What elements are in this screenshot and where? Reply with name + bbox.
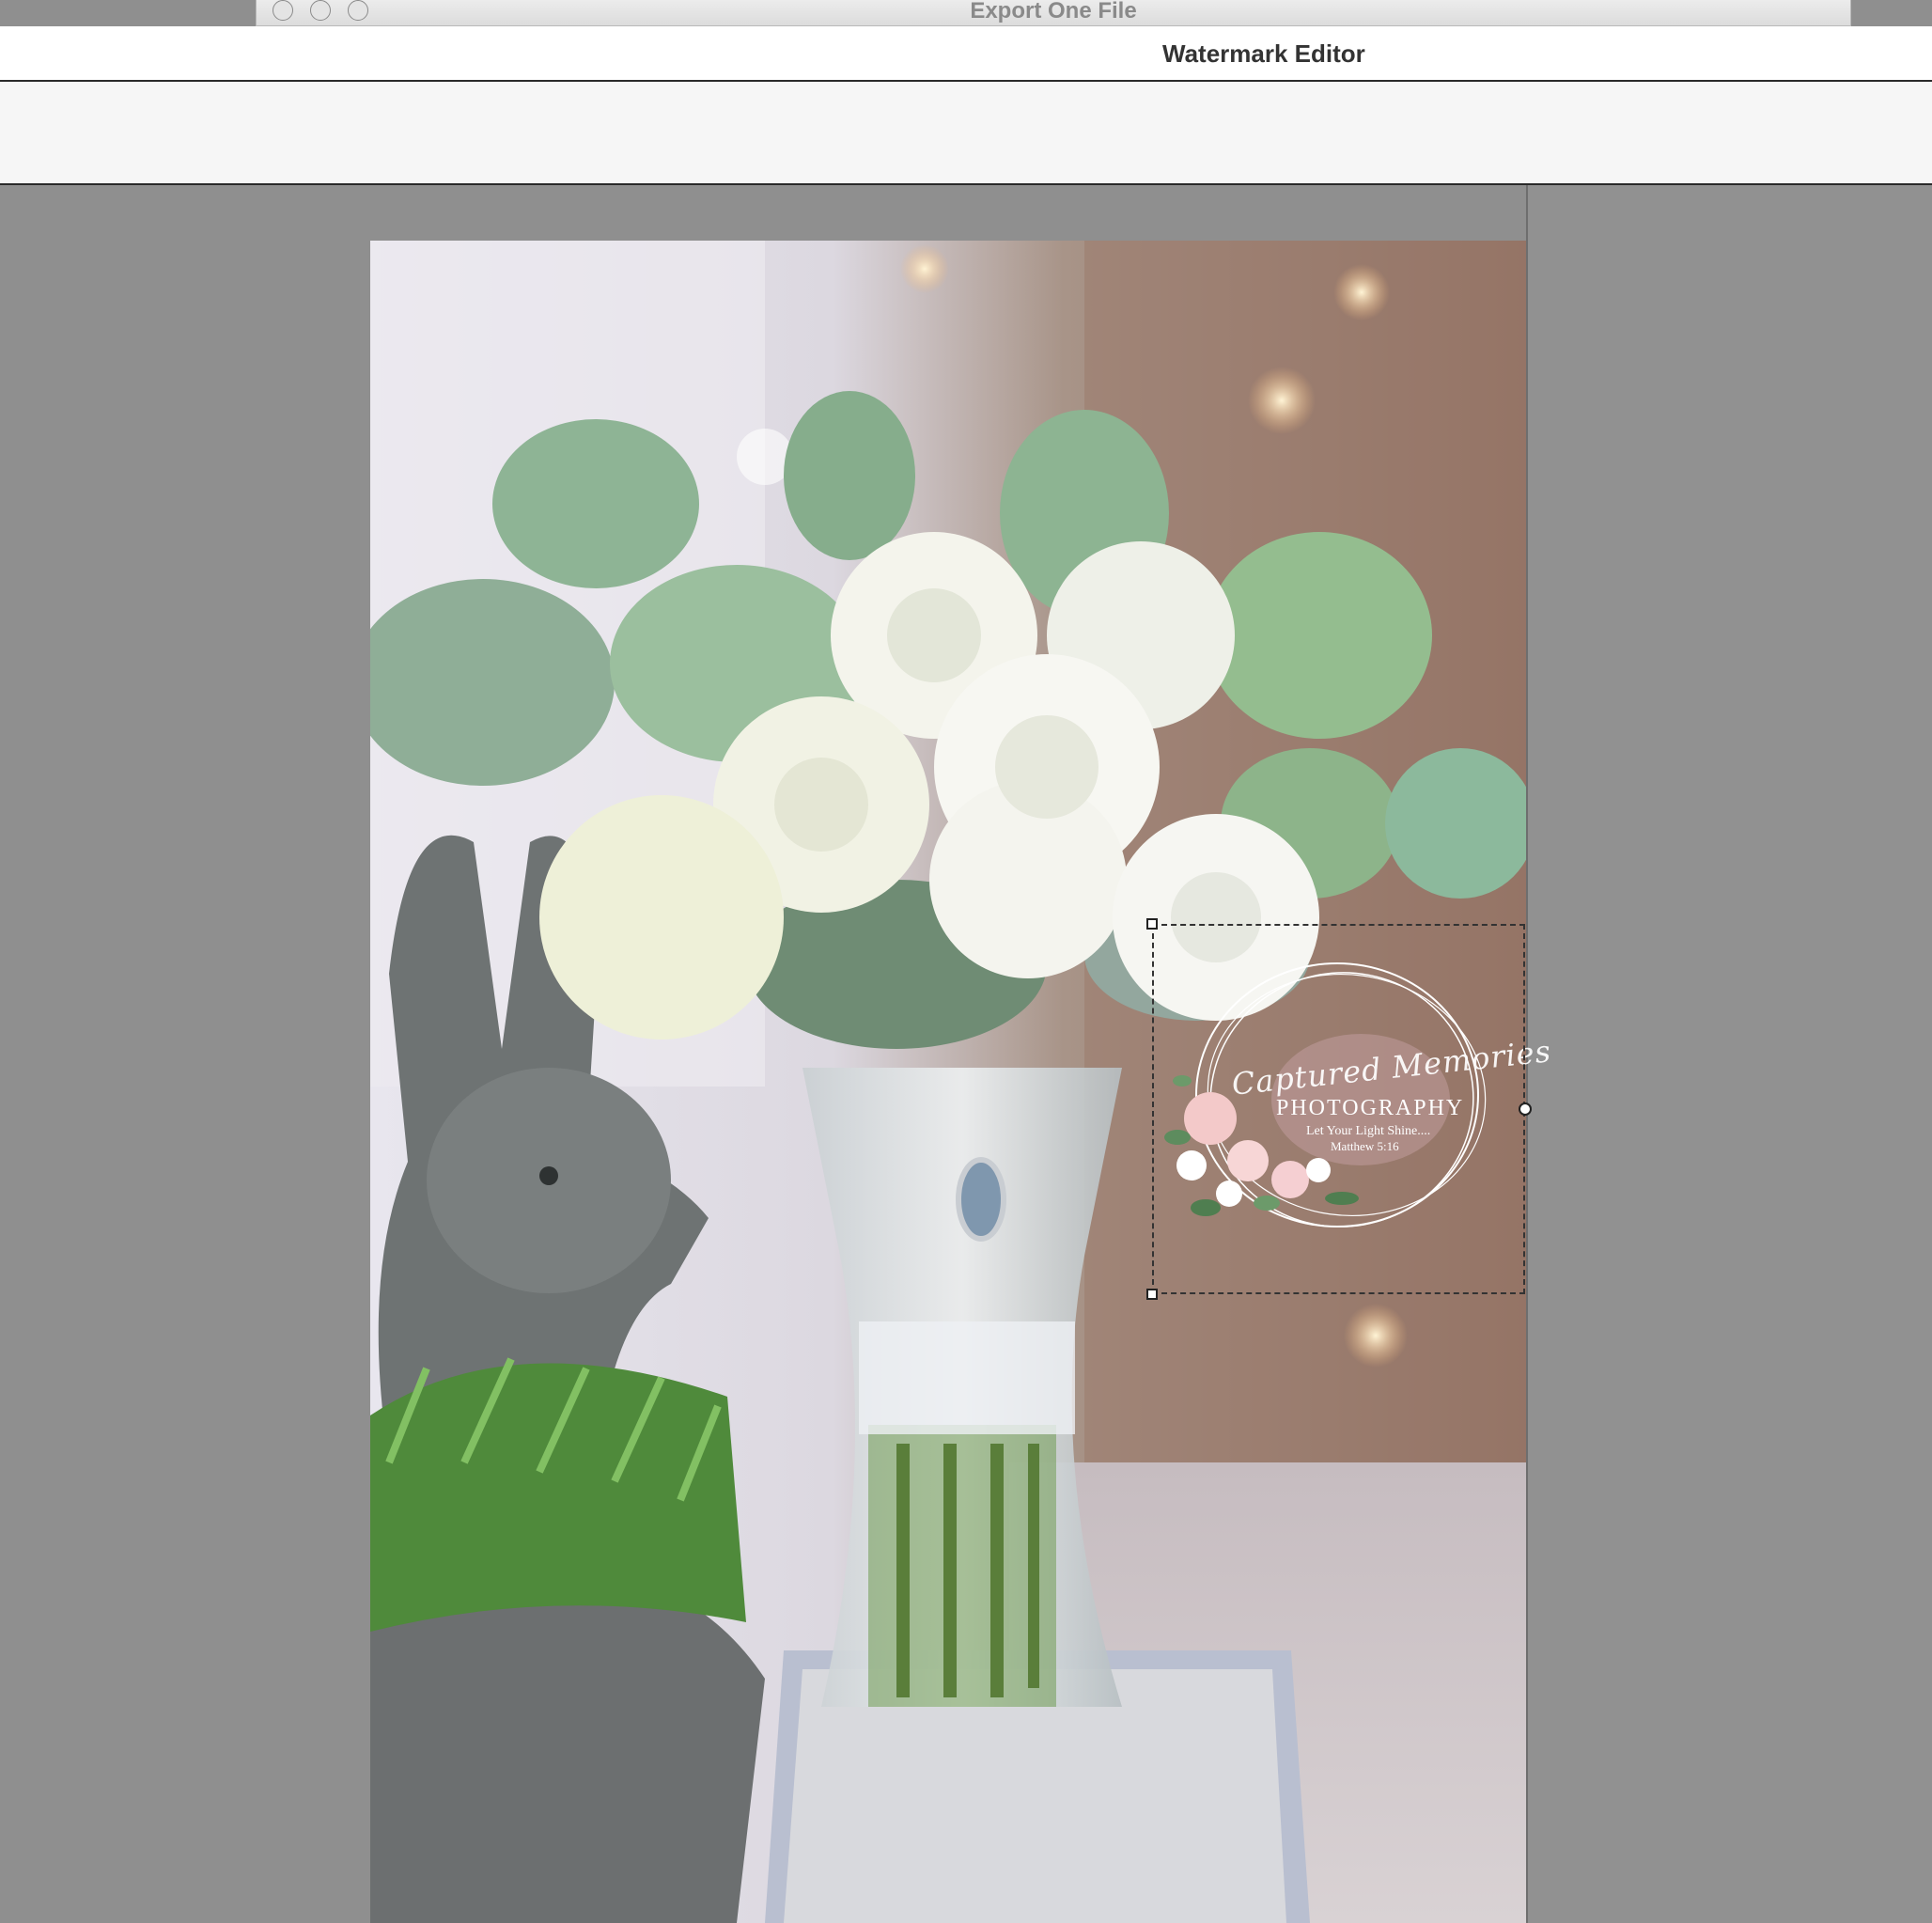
rotate-handle-right[interactable] xyxy=(1519,1102,1532,1116)
resize-handle-top-left[interactable] xyxy=(1146,918,1158,930)
watermark-selection-box[interactable] xyxy=(1152,924,1525,1294)
export-window-titlebar: Export One File xyxy=(256,0,1851,26)
watermark-editor-titlebar: Watermark Editor xyxy=(0,26,1932,82)
editor-toolbar xyxy=(0,82,1932,185)
resize-handle-bottom-left[interactable] xyxy=(1146,1289,1158,1300)
watermark-editor-title: Watermark Editor xyxy=(1162,39,1365,68)
settings-panel xyxy=(1528,185,1932,1923)
export-window-title: Export One File xyxy=(970,0,1137,23)
